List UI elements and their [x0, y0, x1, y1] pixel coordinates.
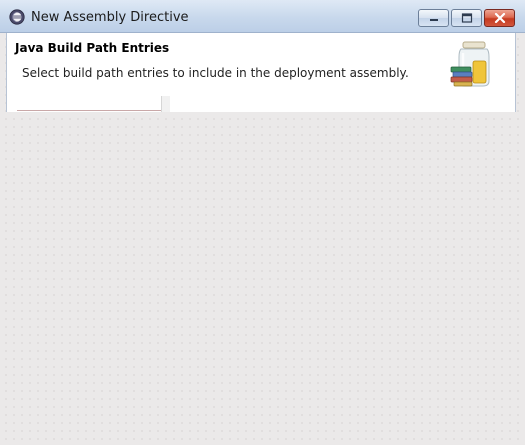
- dialog-window: New Assembly Directive Java Build Path E…: [0, 0, 525, 112]
- wizard-page-title: Java Build Path Entries: [15, 41, 170, 55]
- minimize-button[interactable]: [418, 9, 449, 27]
- panel-sash[interactable]: [161, 96, 170, 112]
- maximize-button[interactable]: [451, 9, 482, 27]
- wizard-header-area: Java Build Path Entries Select build pat…: [6, 33, 516, 112]
- window-title: New Assembly Directive: [31, 10, 189, 25]
- title-bar[interactable]: New Assembly Directive: [0, 0, 525, 33]
- maximize-icon: [461, 13, 472, 23]
- close-button[interactable]: [484, 9, 515, 27]
- wizard-page-description: Select build path entries to include in …: [22, 66, 409, 80]
- minimize-icon: [429, 19, 438, 21]
- close-icon: [494, 13, 505, 23]
- library-jar-icon: [450, 41, 490, 87]
- tab-indicator-line: [17, 110, 161, 111]
- eclipse-app-icon: [9, 9, 25, 25]
